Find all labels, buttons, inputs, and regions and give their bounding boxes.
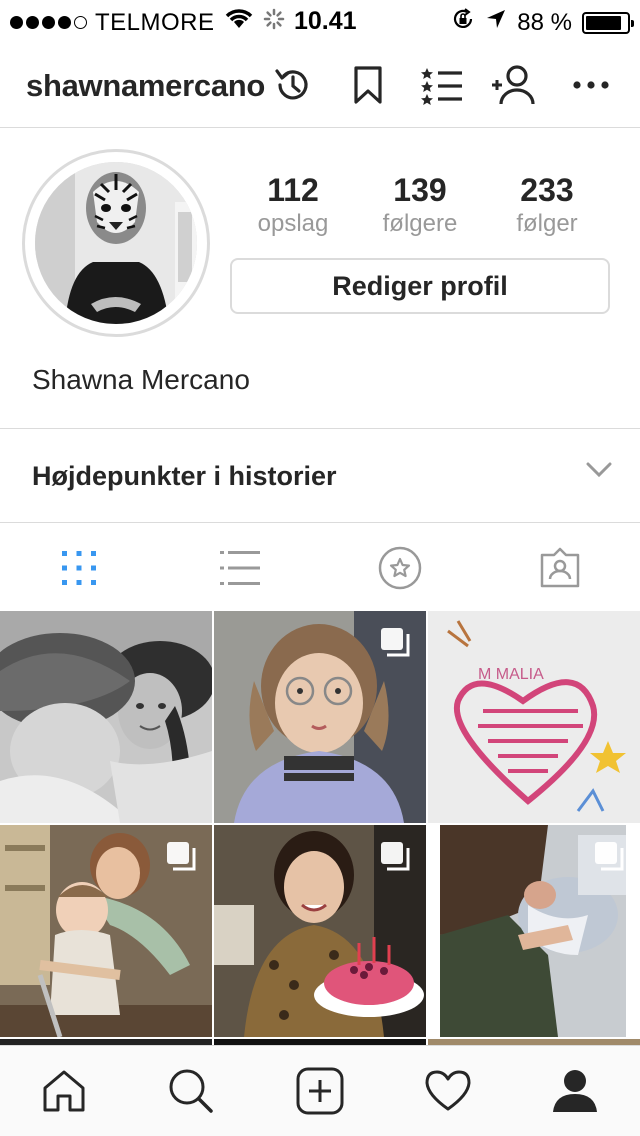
multiple-photos-icon	[381, 628, 410, 657]
posts-stat[interactable]: 112 opslag	[223, 172, 363, 240]
chevron-down-icon[interactable]	[586, 462, 612, 483]
status-bar: TELMORE 10.41 88 %	[0, 0, 640, 40]
divider	[0, 428, 640, 429]
signal-strength-icon	[10, 16, 87, 29]
more-icon[interactable]	[568, 62, 614, 108]
posts-count: 112	[267, 172, 319, 208]
post-thumbnail[interactable]	[428, 825, 640, 1037]
tagged-icon[interactable]	[537, 545, 583, 591]
add-person-icon[interactable]	[490, 62, 536, 108]
archive-history-icon[interactable]	[270, 62, 316, 108]
wifi-icon	[225, 8, 253, 37]
multiple-photos-icon	[167, 842, 196, 871]
home-icon[interactable]	[39, 1066, 89, 1116]
multiple-photos-icon	[381, 842, 410, 871]
status-time: 10.41	[294, 7, 357, 35]
post-thumbnail[interactable]	[214, 825, 426, 1037]
post-thumbnail[interactable]	[0, 825, 212, 1037]
svg-text:M MALIA: M MALIA	[478, 666, 544, 683]
list-icon[interactable]	[217, 545, 263, 591]
close-friends-list-icon[interactable]	[419, 62, 465, 108]
story-highlights-row[interactable]: Højdepunkter i historier	[0, 430, 640, 522]
avatar[interactable]	[35, 162, 197, 324]
activity-spinner-icon	[263, 8, 285, 37]
edit-profile-button[interactable]: Rediger profil	[230, 258, 610, 314]
star-icon[interactable]	[377, 545, 423, 591]
grid-icon[interactable]	[56, 545, 102, 591]
profile-username: shawnamercano	[26, 68, 266, 103]
following-stat[interactable]: 233 følger	[477, 172, 617, 240]
profile-header: shawnamercano	[0, 40, 640, 128]
carrier-name: TELMORE	[95, 8, 215, 36]
story-highlights-label: Højdepunkter i historier	[32, 461, 337, 491]
avatar-ring[interactable]	[22, 149, 210, 337]
battery-percent: 88 %	[517, 8, 572, 36]
profile-icon[interactable]	[550, 1066, 600, 1116]
location-arrow-icon	[485, 8, 507, 37]
battery-level	[586, 15, 622, 30]
orientation-lock-icon	[451, 7, 475, 38]
posts-label: opslag	[257, 210, 329, 237]
post-thumbnail[interactable]	[214, 611, 426, 823]
activity-heart-icon[interactable]	[423, 1066, 473, 1116]
post-thumbnail[interactable]: M MALIA	[428, 611, 640, 823]
bottom-navigation	[0, 1045, 640, 1136]
battery-icon	[582, 11, 634, 34]
profile-full-name: Shawna Mercano	[32, 364, 250, 395]
search-icon[interactable]	[166, 1066, 216, 1116]
following-count: 233	[520, 172, 574, 208]
followers-label: følgere	[382, 210, 458, 237]
add-post-icon[interactable]	[295, 1066, 345, 1116]
profile-view-tabs	[0, 523, 640, 611]
following-label: følger	[516, 210, 578, 237]
multiple-photos-icon	[595, 842, 624, 871]
followers-stat[interactable]: 139 følgere	[350, 172, 490, 240]
post-thumbnail[interactable]	[0, 611, 212, 823]
followers-count: 139	[393, 172, 447, 208]
bookmark-icon[interactable]	[345, 62, 391, 108]
